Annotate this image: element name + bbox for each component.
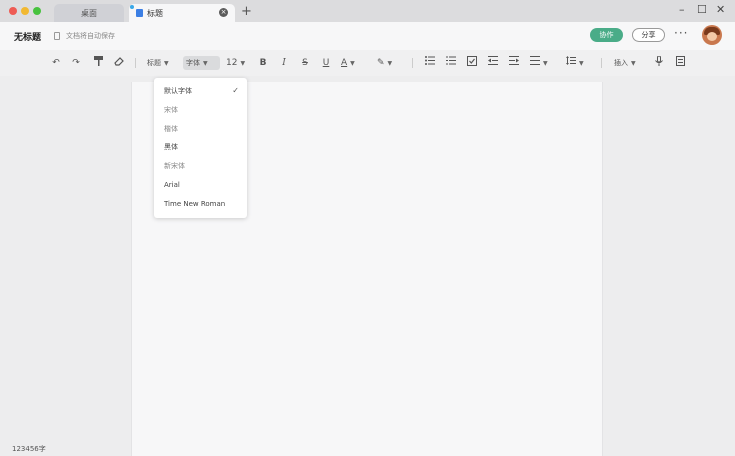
font-option[interactable]: Time New Roman bbox=[154, 195, 247, 214]
indent-increase-icon[interactable] bbox=[508, 56, 520, 70]
tab-close-icon[interactable]: × bbox=[219, 8, 228, 17]
tab-label: 桌面 bbox=[81, 8, 97, 18]
new-tab-button[interactable]: + bbox=[241, 5, 252, 19]
word-count: 123456字 bbox=[12, 445, 46, 453]
minimize-window-dot[interactable] bbox=[21, 7, 29, 15]
tab-label: 标题 bbox=[147, 8, 163, 18]
font-option-label: Arial bbox=[164, 180, 180, 189]
chevron-down-icon: ▼ bbox=[387, 60, 393, 67]
eraser-icon[interactable] bbox=[113, 56, 125, 70]
font-option[interactable]: 楷体 bbox=[154, 120, 247, 139]
document-header: 无标题 文档将自动保存 协作 分享 ··· bbox=[0, 22, 735, 50]
chevron-down-icon: ▼ bbox=[579, 60, 584, 67]
underline-button[interactable]: U bbox=[320, 56, 332, 70]
avatar-face bbox=[707, 32, 717, 41]
undo-icon[interactable]: ↶ bbox=[50, 56, 62, 70]
document-title[interactable]: 无标题 bbox=[14, 30, 41, 43]
checkmark-icon: ✓ bbox=[232, 86, 239, 95]
file-icon bbox=[54, 32, 60, 40]
font-option-label: 新宋体 bbox=[164, 162, 185, 171]
align-dropdown[interactable]: ▼ bbox=[530, 56, 554, 70]
indent-decrease-icon[interactable] bbox=[487, 56, 499, 70]
font-color-icon: A bbox=[341, 58, 348, 68]
insert-label: 插入 bbox=[614, 59, 628, 67]
autosave-status: 文档将自动保存 bbox=[54, 31, 115, 41]
line-spacing-icon bbox=[566, 56, 576, 65]
zoom-window-dot[interactable] bbox=[33, 7, 41, 15]
maximize-button[interactable]: ☐ bbox=[697, 4, 707, 16]
chevron-down-icon: ▼ bbox=[350, 60, 355, 67]
bullet-list-icon[interactable] bbox=[424, 56, 436, 70]
chevron-down-icon: ▼ bbox=[203, 60, 208, 67]
close-button[interactable]: ✕ bbox=[716, 4, 725, 16]
font-size-dropdown[interactable]: 12 ▼ bbox=[226, 56, 250, 70]
bold-button[interactable]: B bbox=[257, 56, 269, 70]
title-bar: 桌面 标题 × + – ☐ ✕ bbox=[0, 0, 735, 22]
autosave-text: 文档将自动保存 bbox=[66, 32, 115, 40]
highlight-dropdown[interactable]: ✎ ▼ bbox=[377, 56, 401, 70]
share-button[interactable]: 分享 bbox=[632, 28, 665, 42]
strikethrough-button[interactable]: S bbox=[299, 56, 311, 70]
highlight-icon: ✎ bbox=[377, 58, 385, 68]
more-options-icon[interactable]: ··· bbox=[674, 26, 688, 40]
tab-document[interactable]: 标题 × bbox=[129, 4, 235, 22]
font-option-label: 楷体 bbox=[164, 124, 178, 133]
toolbar-divider bbox=[601, 58, 602, 68]
minimize-button[interactable]: – bbox=[679, 4, 685, 16]
numbered-list-icon[interactable] bbox=[445, 56, 457, 70]
format-toolbar: ↶ ↷ 标题 ▼ 字体 ▼ 12 ▼ B I S U A ▼ ✎ ▼ ▼ ▼ 插… bbox=[0, 50, 735, 76]
redo-icon[interactable]: ↷ bbox=[70, 56, 82, 70]
toolbar-divider bbox=[412, 58, 413, 68]
italic-button[interactable]: I bbox=[278, 56, 290, 70]
chevron-down-icon: ▼ bbox=[240, 60, 246, 67]
font-option-label: 默认字体 bbox=[164, 87, 192, 95]
align-justify-icon bbox=[530, 56, 540, 65]
font-option-label: 宋体 bbox=[164, 105, 178, 114]
chevron-down-icon: ▼ bbox=[631, 60, 636, 67]
collaborate-button[interactable]: 协作 bbox=[590, 28, 623, 42]
microphone-icon[interactable] bbox=[653, 55, 665, 70]
font-option[interactable]: 黑体 bbox=[154, 138, 247, 157]
font-color-dropdown[interactable]: A ▼ bbox=[341, 56, 365, 70]
tab-desktop[interactable]: 桌面 bbox=[54, 4, 124, 22]
font-option[interactable]: Arial bbox=[154, 176, 247, 195]
format-painter-icon[interactable] bbox=[92, 56, 104, 70]
font-size-value: 12 bbox=[226, 58, 238, 68]
close-window-dot[interactable] bbox=[9, 7, 17, 15]
toolbar-divider bbox=[135, 58, 136, 68]
checklist-icon[interactable] bbox=[466, 56, 478, 70]
heading-dropdown[interactable]: 标题 ▼ bbox=[147, 56, 179, 70]
font-option-label: Time New Roman bbox=[164, 199, 226, 208]
document-icon bbox=[136, 9, 143, 17]
avatar[interactable] bbox=[702, 25, 722, 45]
app-window: 桌面 标题 × + – ☐ ✕ 无标题 文档将自动保存 协作 分享 ··· ↶ … bbox=[0, 0, 735, 456]
font-label: 字体 bbox=[186, 59, 200, 67]
unsaved-dot-icon bbox=[130, 5, 134, 9]
font-option-label: 黑体 bbox=[164, 143, 178, 152]
font-option[interactable]: 默认字体 ✓ bbox=[154, 82, 247, 101]
document-info-icon[interactable] bbox=[674, 56, 686, 70]
insert-dropdown[interactable]: 插入 ▼ bbox=[614, 56, 644, 70]
font-menu: 默认字体 ✓ 宋体 楷体 黑体 新宋体 Arial Time New Roman bbox=[154, 78, 247, 218]
heading-label: 标题 bbox=[147, 59, 161, 67]
font-option[interactable]: 宋体 bbox=[154, 101, 247, 120]
font-dropdown[interactable]: 字体 ▼ bbox=[183, 56, 220, 70]
font-option[interactable]: 新宋体 bbox=[154, 157, 247, 176]
line-spacing-dropdown[interactable]: ▼ bbox=[566, 56, 590, 70]
chevron-down-icon: ▼ bbox=[543, 60, 548, 67]
chevron-down-icon: ▼ bbox=[164, 60, 169, 67]
